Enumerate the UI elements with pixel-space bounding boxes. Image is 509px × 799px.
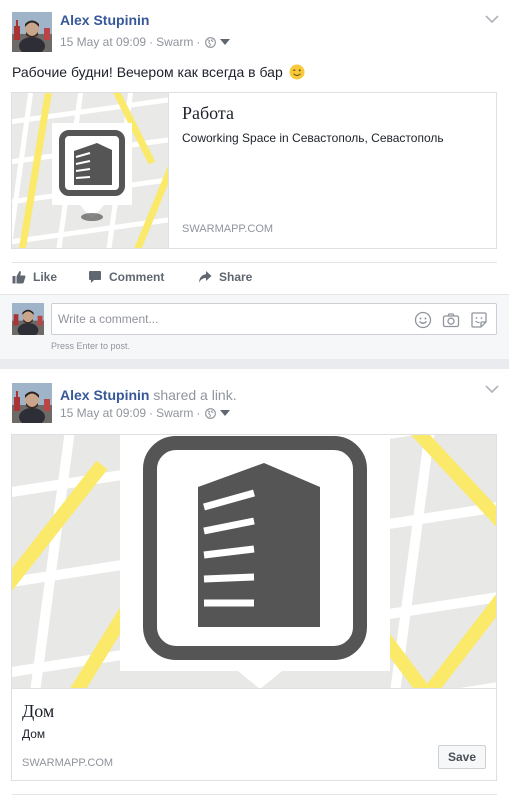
- wink-emoji-icon: [289, 64, 305, 80]
- share-button[interactable]: Share: [198, 270, 252, 284]
- author-avatar[interactable]: [12, 383, 52, 423]
- audience-dropdown-icon[interactable]: [220, 39, 231, 45]
- post-source[interactable]: Swarm: [156, 406, 193, 420]
- attachment-description: Coworking Space in Севастополь, Севастоп…: [182, 131, 444, 145]
- post-card: Alex Stupinin 15 May at 09:09 · Swarm · Раб…: [0, 0, 509, 359]
- author-name[interactable]: Alex Stupinin: [60, 12, 149, 28]
- link-attachment[interactable]: Работа Coworking Space in Севастополь, С…: [11, 92, 497, 249]
- post-timestamp[interactable]: 15 May at 09:09: [60, 35, 146, 49]
- venue-map-image: [12, 435, 496, 689]
- post-text-content: Рабочие будни! Вечером как всегда в бар: [12, 64, 283, 80]
- author-avatar[interactable]: [12, 12, 52, 52]
- chevron-down-icon[interactable]: [485, 14, 499, 24]
- attachment-domain: SWARMAPP.COM: [22, 757, 114, 769]
- current-user-avatar[interactable]: [12, 303, 44, 335]
- like-label: Like: [33, 270, 58, 284]
- comment-hint: Press Enter to post.: [51, 341, 131, 351]
- emoji-icon[interactable]: [414, 311, 432, 329]
- comment-input[interactable]: [58, 311, 398, 327]
- attachment-domain: SWARMAPP.COM: [182, 223, 274, 235]
- venue-map-thumbnail: [12, 93, 169, 248]
- post-timestamp[interactable]: 15 May at 09:09: [60, 406, 146, 420]
- comment-icon: [89, 271, 101, 283]
- comment-label: Comment: [109, 270, 165, 284]
- like-button[interactable]: Like: [12, 270, 57, 284]
- attachment-description: Дом: [22, 727, 46, 741]
- post-text: Рабочие будни! Вечером как всегда в бар: [12, 64, 305, 80]
- attachment-title[interactable]: Работа: [182, 103, 234, 124]
- post-meta: 15 May at 09:09 · Swarm ·: [60, 406, 231, 420]
- comment-section: Press Enter to post.: [0, 294, 509, 359]
- link-attachment[interactable]: Дом Дом SWARMAPP.COM Save: [11, 434, 497, 781]
- comment-box: [51, 303, 497, 335]
- divider: [12, 262, 497, 263]
- globe-icon: [205, 408, 217, 419]
- audience-dropdown-icon[interactable]: [220, 410, 231, 416]
- comment-button[interactable]: Comment: [88, 270, 164, 284]
- shared-link-text: shared a link.: [153, 387, 237, 403]
- chevron-down-icon[interactable]: [485, 384, 499, 394]
- share-label: Share: [219, 270, 253, 284]
- author-name[interactable]: Alex Stupinin: [60, 387, 149, 403]
- attachment-title[interactable]: Дом: [22, 701, 54, 722]
- divider: [12, 794, 497, 795]
- globe-icon: [205, 37, 217, 48]
- camera-icon[interactable]: [442, 311, 460, 329]
- post-meta: 15 May at 09:09 · Swarm ·: [60, 35, 231, 49]
- save-button[interactable]: Save: [438, 745, 486, 769]
- post-source[interactable]: Swarm: [156, 35, 193, 49]
- sticker-icon[interactable]: [470, 311, 488, 329]
- thumbs-up-icon: [12, 271, 26, 284]
- post-header-line: Alex Stupinin shared a link.: [60, 387, 237, 403]
- share-arrow-icon: [199, 271, 212, 283]
- post-card: Alex Stupinin shared a link. 15 May at 0…: [0, 369, 509, 799]
